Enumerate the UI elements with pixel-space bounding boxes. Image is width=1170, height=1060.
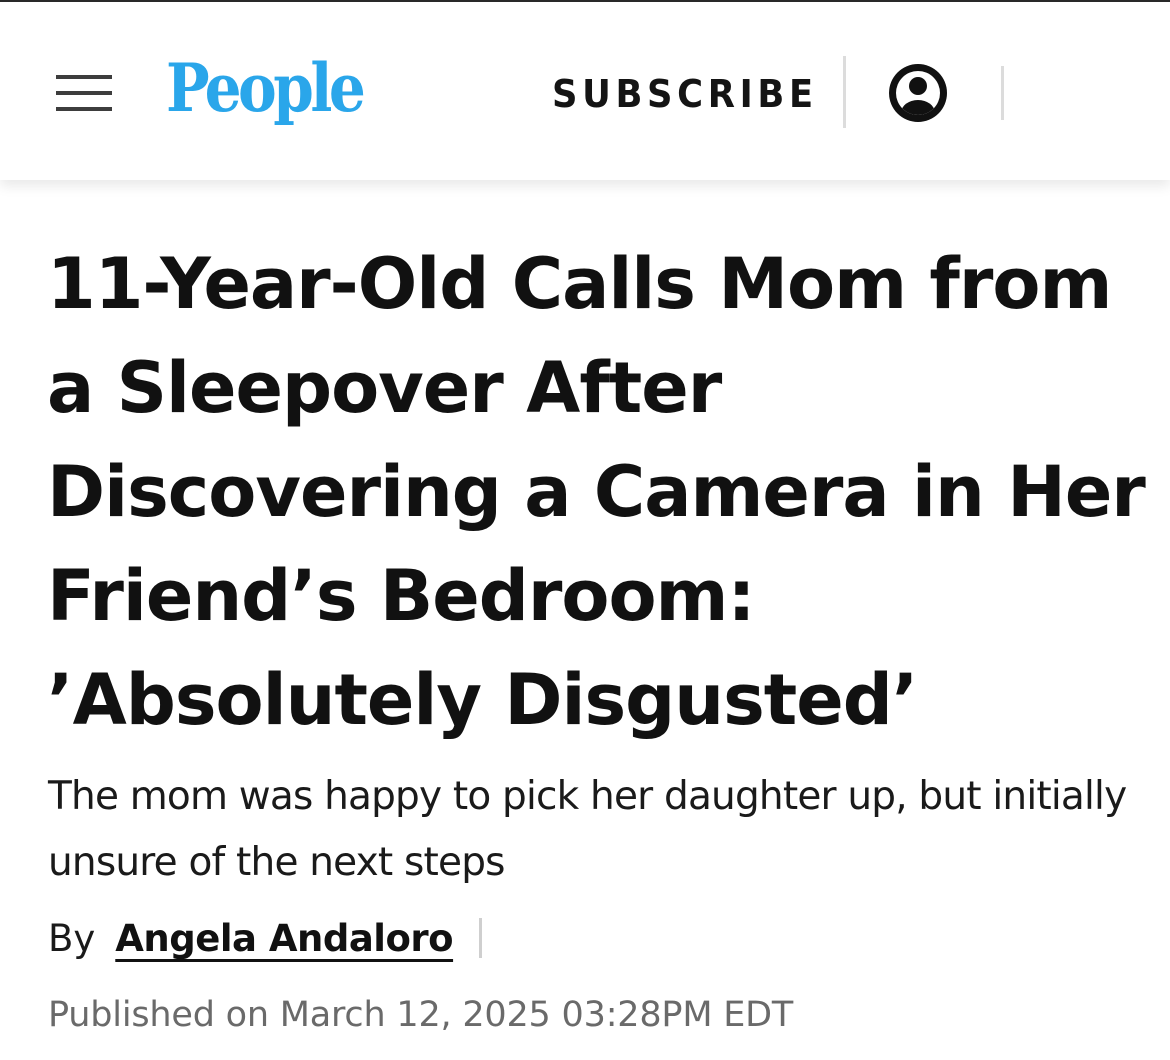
byline-divider — [479, 918, 483, 958]
hamburger-menu-icon[interactable] — [56, 75, 112, 111]
account-circle-icon[interactable] — [886, 61, 950, 125]
article-headline: 11-Year-Old Calls Mom from a Sleepover A… — [47, 243, 1146, 741]
article-subheadline: The mom was happy to pick her daughter u… — [48, 774, 1127, 885]
byline: By Angela Andaloro — [48, 908, 483, 968]
author-link[interactable]: Angela Andaloro — [115, 917, 453, 960]
byline-prefix: By — [48, 916, 96, 960]
published-date: Published on March 12, 2025 03:28PM EDT — [48, 995, 794, 1035]
menu-bar — [56, 91, 112, 95]
site-header: People SUBSCRIBE — [0, 2, 1170, 180]
site-logo[interactable]: People — [166, 48, 366, 128]
menu-bar — [56, 107, 112, 111]
menu-bar — [56, 75, 112, 79]
subscribe-button[interactable]: SUBSCRIBE — [552, 70, 818, 118]
header-divider — [843, 56, 846, 128]
header-divider — [1001, 66, 1004, 120]
